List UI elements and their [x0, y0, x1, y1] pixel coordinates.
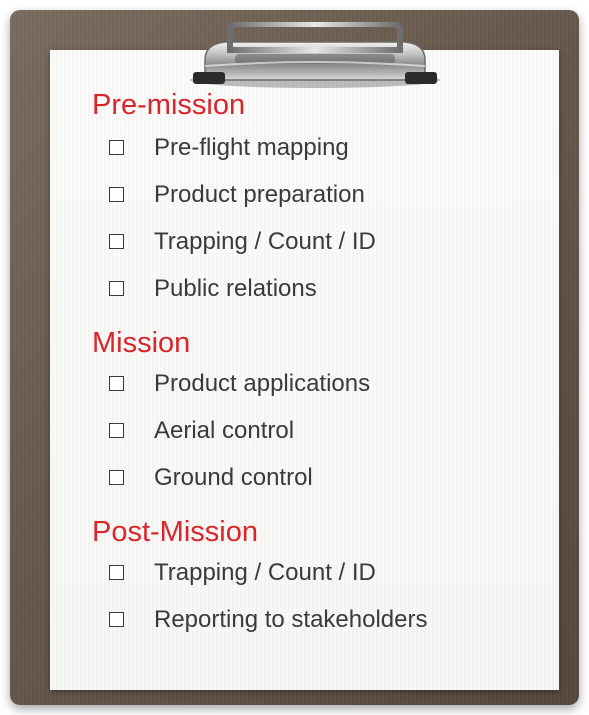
- item-label: Pre-flight mapping: [154, 133, 349, 161]
- empty-checkbox-icon[interactable]: [109, 470, 124, 485]
- checklist-item-aerial-control[interactable]: Aerial control: [92, 407, 552, 454]
- checklist-item-post-trapping-count-id[interactable]: Trapping / Count / ID: [92, 549, 552, 596]
- clipboard-clip-icon: [190, 22, 440, 88]
- checklist-item-product-applications[interactable]: Product applications: [92, 360, 552, 407]
- checklist-item-pre-flight-mapping[interactable]: Pre-flight mapping: [92, 124, 552, 171]
- item-label: Public relations: [154, 274, 317, 302]
- checklist-items: Pre-flight mapping Product preparation T…: [92, 124, 552, 312]
- empty-checkbox-icon[interactable]: [109, 376, 124, 391]
- item-label: Reporting to stakeholders: [154, 605, 428, 633]
- empty-checkbox-icon[interactable]: [109, 565, 124, 580]
- section-title: Post-Mission: [92, 516, 258, 548]
- empty-checkbox-icon[interactable]: [109, 612, 124, 627]
- item-label: Trapping / Count / ID: [154, 227, 376, 255]
- item-label: Product applications: [154, 369, 371, 397]
- empty-checkbox-icon[interactable]: [109, 423, 124, 438]
- section-pre-mission: Pre-mission Pre-flight mapping Product p…: [92, 88, 552, 312]
- checklist-items: Trapping / Count / ID Reporting to stake…: [92, 549, 552, 643]
- item-label: Ground control: [154, 463, 313, 491]
- checklist-item-trapping-count-id[interactable]: Trapping / Count / ID: [92, 218, 552, 265]
- item-label: Product preparation: [154, 180, 365, 208]
- checklist-item-public-relations[interactable]: Public relations: [92, 265, 552, 312]
- item-label: Trapping / Count / ID: [154, 558, 376, 586]
- checklist: Pre-mission Pre-flight mapping Product p…: [92, 88, 552, 657]
- empty-checkbox-icon[interactable]: [109, 234, 124, 249]
- item-label: Aerial control: [154, 416, 295, 444]
- empty-checkbox-icon[interactable]: [109, 187, 124, 202]
- checklist-item-product-preparation[interactable]: Product preparation: [92, 171, 552, 218]
- section-mission: Mission Product applications Aerial cont…: [92, 326, 552, 501]
- section-post-mission: Post-Mission Trapping / Count / ID Repor…: [92, 515, 552, 643]
- checklist-item-ground-control[interactable]: Ground control: [92, 454, 552, 501]
- section-title: Mission: [92, 327, 191, 359]
- checklist-item-reporting-to-stakeholders[interactable]: Reporting to stakeholders: [92, 596, 552, 643]
- section-title: Pre-mission: [92, 89, 246, 121]
- empty-checkbox-icon[interactable]: [109, 140, 124, 155]
- empty-checkbox-icon[interactable]: [109, 281, 124, 296]
- checklist-items: Product applications Aerial control Grou…: [92, 360, 552, 501]
